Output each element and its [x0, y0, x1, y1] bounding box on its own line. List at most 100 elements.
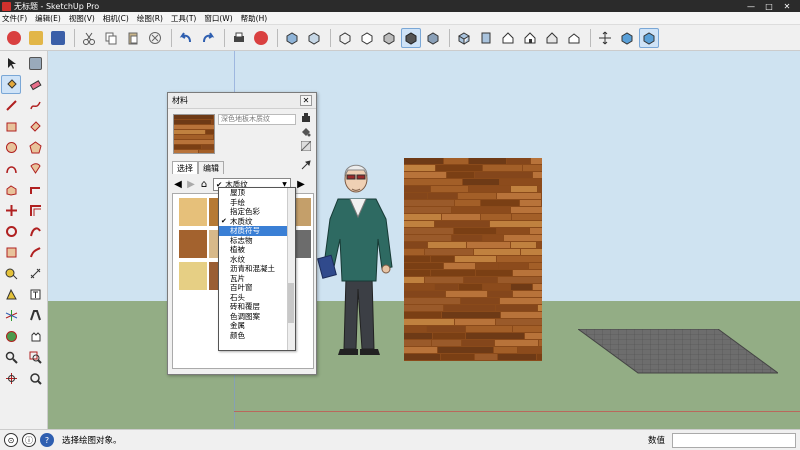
- intersect-icon[interactable]: [25, 243, 45, 262]
- print-icon[interactable]: [229, 28, 249, 48]
- collection-option[interactable]: 颜色: [219, 331, 295, 341]
- menu-file[interactable]: 文件(F): [2, 13, 27, 24]
- rotate-icon[interactable]: [1, 222, 21, 241]
- collection-option[interactable]: 沥青和混凝土: [219, 264, 295, 274]
- circle-icon[interactable]: [1, 138, 21, 157]
- tab-select[interactable]: 选择: [172, 161, 198, 174]
- freehand-icon[interactable]: [25, 96, 45, 115]
- menu-edit[interactable]: 编辑(E): [35, 13, 61, 24]
- materials-close-button[interactable]: ✕: [300, 95, 312, 106]
- front-view-icon[interactable]: [498, 28, 518, 48]
- display-secondary-pane-icon[interactable]: [300, 140, 312, 152]
- back-view-icon[interactable]: [542, 28, 562, 48]
- minimize-button[interactable]: —: [742, 0, 760, 12]
- push-pull-icon[interactable]: [1, 180, 21, 199]
- collection-option[interactable]: 屋顶: [219, 188, 295, 198]
- collection-option[interactable]: 瓦片: [219, 274, 295, 284]
- scale-icon[interactable]: [25, 222, 45, 241]
- shaded-style-icon[interactable]: [401, 27, 421, 48]
- collection-option[interactable]: 水纹: [219, 255, 295, 265]
- details-arrow-icon[interactable]: ▶: [295, 178, 307, 190]
- hidden-line-style-icon[interactable]: [379, 28, 399, 48]
- cut-icon[interactable]: [79, 28, 99, 48]
- wood-textured-box[interactable]: [404, 158, 542, 361]
- flip-icon[interactable]: [1, 243, 21, 262]
- material-name-field[interactable]: 深色地板木质纹: [218, 114, 296, 125]
- menu-view[interactable]: 视图(V): [69, 13, 95, 24]
- make-component-icon[interactable]: [25, 54, 45, 73]
- undo-icon[interactable]: [176, 28, 196, 48]
- measurements-input[interactable]: [672, 433, 796, 448]
- menu-window[interactable]: 窗口(W): [204, 13, 232, 24]
- zoom-extents-tool-icon[interactable]: [1, 369, 21, 388]
- material-swatch[interactable]: [179, 230, 207, 258]
- top-view-icon[interactable]: [476, 28, 496, 48]
- create-material-icon[interactable]: [300, 112, 312, 124]
- collection-dropdown-list[interactable]: 屋顶手绘指定色彩木质纹材质符号标志物植被水纹沥青和混凝土瓦片百叶窗石头砖和覆层色…: [218, 187, 296, 351]
- collection-option[interactable]: 金属: [219, 321, 295, 331]
- tape-measure-icon[interactable]: [1, 264, 21, 283]
- wireframe-style-icon[interactable]: [357, 28, 377, 48]
- delete-icon[interactable]: [145, 28, 165, 48]
- rectangle-icon[interactable]: [1, 117, 21, 136]
- iso-view-icon[interactable]: [454, 28, 474, 48]
- model-info-icon[interactable]: [251, 28, 271, 48]
- collection-option[interactable]: 标志物: [219, 236, 295, 246]
- offset-icon[interactable]: [25, 201, 45, 220]
- copy-icon[interactable]: [101, 28, 121, 48]
- protractor-icon[interactable]: [1, 285, 21, 304]
- dimension-icon[interactable]: [25, 264, 45, 283]
- dropdown-scrollbar-thumb[interactable]: [288, 283, 294, 323]
- home-icon[interactable]: ⌂: [198, 178, 210, 190]
- credits-icon[interactable]: ⓘ: [22, 433, 36, 447]
- new-file-icon[interactable]: [4, 28, 24, 48]
- model-viewport[interactable]: [48, 51, 800, 429]
- paint-view-icon[interactable]: [639, 27, 659, 48]
- collection-option[interactable]: 材质符号: [219, 226, 295, 236]
- axes-icon[interactable]: [1, 306, 21, 325]
- group-icon[interactable]: [304, 28, 324, 48]
- shaded-texture-style-icon[interactable]: [423, 28, 443, 48]
- component-icon[interactable]: [282, 28, 302, 48]
- xray-style-icon[interactable]: [335, 28, 355, 48]
- help-icon[interactable]: ?: [40, 433, 54, 447]
- left-view-icon[interactable]: [564, 28, 584, 48]
- collection-option[interactable]: 指定色彩: [219, 207, 295, 217]
- arc-icon[interactable]: [1, 159, 21, 178]
- dropdown-scrollbar[interactable]: [287, 188, 295, 350]
- save-icon[interactable]: [48, 28, 68, 48]
- zoom-window-icon[interactable]: [25, 348, 45, 367]
- eraser-icon[interactable]: [25, 75, 45, 94]
- collection-option[interactable]: 木质纹: [219, 217, 295, 227]
- collection-option[interactable]: 石头: [219, 293, 295, 303]
- orbit-icon[interactable]: [595, 28, 615, 48]
- menu-draw[interactable]: 绘图(R): [137, 13, 163, 24]
- zoom-extents-icon[interactable]: [617, 28, 637, 48]
- open-file-icon[interactable]: [26, 28, 46, 48]
- paint-bucket-icon[interactable]: [1, 75, 21, 94]
- scale-figure-person[interactable]: [316, 159, 398, 359]
- zoom-icon[interactable]: [1, 348, 21, 367]
- pie-icon[interactable]: [25, 159, 45, 178]
- menu-camera[interactable]: 相机(C): [103, 13, 129, 24]
- select-arrow-icon[interactable]: [1, 54, 21, 73]
- eyedropper-icon[interactable]: [300, 159, 312, 171]
- orbit-tool-icon[interactable]: [1, 327, 21, 346]
- collection-option[interactable]: 手绘: [219, 198, 295, 208]
- follow-me-icon[interactable]: [25, 180, 45, 199]
- move-icon[interactable]: [1, 201, 21, 220]
- menu-help[interactable]: 帮助(H): [241, 13, 268, 24]
- maximize-button[interactable]: □: [760, 0, 778, 12]
- rotated-rectangle-icon[interactable]: [25, 117, 45, 136]
- 3d-text-icon[interactable]: [25, 306, 45, 325]
- forward-arrow-icon[interactable]: ▶: [185, 178, 197, 190]
- collection-option[interactable]: 色调图案: [219, 312, 295, 322]
- right-view-icon[interactable]: [520, 28, 540, 48]
- collection-option[interactable]: 植被: [219, 245, 295, 255]
- close-window-button[interactable]: ✕: [778, 0, 796, 12]
- polygon-icon[interactable]: [25, 138, 45, 157]
- tab-edit[interactable]: 编辑: [198, 161, 224, 174]
- collection-option[interactable]: 砖和覆层: [219, 302, 295, 312]
- back-arrow-icon[interactable]: ◀: [172, 178, 184, 190]
- default-paint-icon[interactable]: [300, 126, 312, 138]
